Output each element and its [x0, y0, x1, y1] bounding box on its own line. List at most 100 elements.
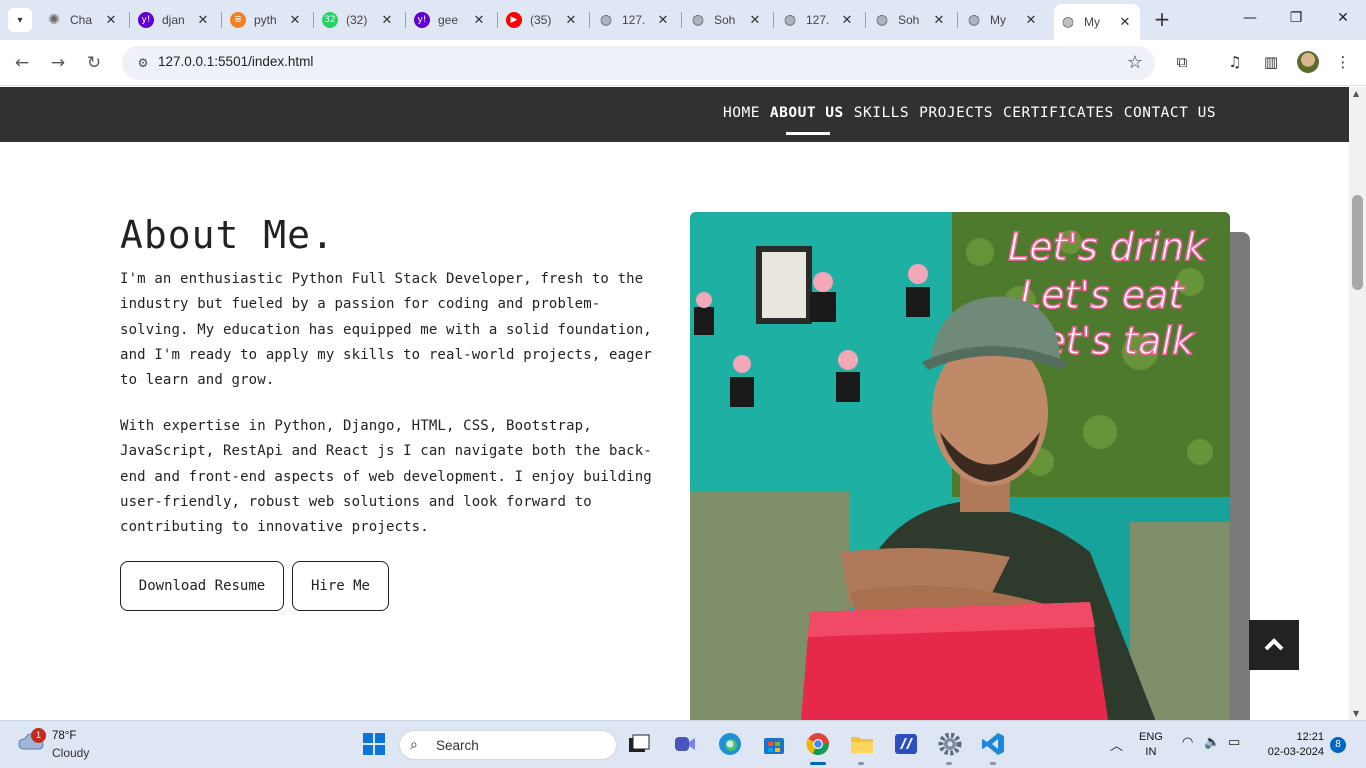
page-viewport: HOME ABOUT US SKILLS PROJECTS CERTIFICATES CO… — [0, 87, 1349, 720]
side-panel-icon[interactable]: ▥ — [1261, 53, 1281, 71]
minimize-icon[interactable]: — — [1240, 10, 1260, 26]
about-paragraph-1: I'm an enthusiastic Python Full Stack De… — [120, 271, 652, 389]
url-text[interactable]: 127.0.0.1:5501/index.html — [158, 54, 313, 69]
close-tab-icon[interactable]: ✕ — [380, 13, 394, 28]
tab-separator — [497, 12, 498, 28]
taskbar-search-placeholder: Search — [436, 738, 479, 753]
language-indicator[interactable]: ENG IN — [1139, 730, 1163, 760]
close-tab-icon[interactable]: ✕ — [288, 13, 302, 28]
vscode-icon[interactable] — [980, 731, 1006, 757]
edge-browser-icon[interactable] — [717, 731, 743, 757]
nav-item-about-us[interactable]: ABOUT US — [770, 105, 844, 135]
close-window-icon[interactable]: ✕ — [1333, 10, 1353, 26]
tab-separator — [681, 12, 682, 28]
bookmark-star-icon[interactable]: ☆ — [1127, 52, 1143, 73]
nav-item-projects[interactable]: PROJECTS — [919, 105, 993, 121]
tab-separator — [773, 12, 774, 28]
battery-icon[interactable]: ▭ — [1228, 735, 1240, 750]
browser-tab[interactable]: ◍ 127. ✕ — [592, 6, 676, 34]
tab-title: djan — [162, 13, 185, 27]
about-heading: About Me. — [120, 213, 335, 257]
nav-item-home[interactable]: HOME — [723, 105, 760, 121]
close-tab-icon[interactable]: ✕ — [472, 13, 486, 28]
neon-text-line1: Let's drink — [1008, 225, 1208, 269]
close-tab-icon[interactable]: ✕ — [840, 13, 854, 28]
close-tab-icon[interactable]: ✕ — [104, 13, 118, 28]
wifi-icon[interactable]: ◠ — [1182, 735, 1193, 750]
close-tab-icon[interactable]: ✕ — [656, 13, 670, 28]
forward-icon[interactable]: → — [47, 52, 69, 74]
page-scrollbar[interactable]: ▲ ▼ — [1349, 87, 1366, 720]
tab-separator — [865, 12, 866, 28]
chatgpt-icon: ✺ — [48, 12, 60, 28]
globe-icon: ◍ — [691, 12, 705, 28]
close-tab-icon[interactable]: ✕ — [932, 13, 946, 28]
site-info-icon[interactable]: ⚙ — [134, 54, 152, 72]
scroll-up-icon[interactable]: ▲ — [1353, 89, 1359, 98]
new-tab-button[interactable]: + — [1152, 9, 1172, 29]
scroll-thumb[interactable] — [1352, 195, 1363, 290]
clock-date: 02-03-2024 — [1267, 746, 1324, 758]
profile-photo: Let's drink Let's eat let's talk — [690, 212, 1230, 720]
windows-start-icon[interactable] — [361, 731, 387, 757]
extensions-icon[interactable]: ⧉ — [1172, 53, 1192, 71]
browser-tab[interactable]: ◍ Soh ✕ — [684, 6, 768, 34]
address-bar[interactable]: ⚙ 127.0.0.1:5501/index.html ☆ — [122, 46, 1155, 80]
restore-icon[interactable]: ❐ — [1286, 10, 1306, 26]
chevron-up-icon — [1264, 636, 1284, 655]
tray-overflow-chevron-icon[interactable]: ︿ — [1110, 735, 1123, 754]
running-indicator — [990, 762, 996, 765]
profile-avatar[interactable] — [1297, 51, 1319, 73]
download-resume-button[interactable]: Download Resume — [120, 561, 284, 611]
microsoft-store-icon[interactable] — [761, 731, 787, 757]
system-clock[interactable]: 12:21 02-03-2024 — [1258, 730, 1324, 760]
browser-tab[interactable]: ◍ My ✕ — [1054, 4, 1140, 40]
search-icon: ⌕ — [410, 737, 418, 753]
taskbar-search-box[interactable]: ⌕ Search — [399, 730, 617, 760]
browser-tab[interactable]: y! gee ✕ — [408, 6, 492, 34]
notification-count-badge[interactable]: 8 — [1330, 737, 1346, 753]
scroll-down-icon[interactable]: ▼ — [1353, 709, 1359, 718]
weather-condition[interactable]: Cloudy — [52, 746, 89, 760]
back-icon[interactable]: ← — [11, 52, 33, 74]
weather-temperature[interactable]: 78°F — [52, 730, 76, 742]
globe-icon: ◍ — [875, 12, 889, 28]
reload-icon[interactable]: ↻ — [83, 52, 105, 74]
tab-search-button[interactable]: ▾ — [8, 8, 32, 32]
back-to-top-button[interactable] — [1249, 620, 1299, 670]
browser-tab[interactable]: ◍ 127. ✕ — [776, 6, 860, 34]
close-tab-icon[interactable]: ✕ — [564, 13, 578, 28]
hire-me-button[interactable]: Hire Me — [292, 561, 389, 611]
running-indicator — [946, 762, 952, 765]
browser-tab[interactable]: ◍ My ✕ — [960, 6, 1044, 34]
close-tab-icon[interactable]: ✕ — [748, 13, 762, 28]
browser-tab[interactable]: y! djan ✕ — [132, 6, 216, 34]
youtube-icon: ▶ — [506, 12, 522, 28]
media-control-icon[interactable]: ♫ — [1225, 53, 1245, 71]
meet-video-icon[interactable] — [672, 731, 698, 757]
browser-tab[interactable]: ≣ pyth ✕ — [224, 6, 308, 34]
language-region: IN — [1145, 746, 1157, 758]
nav-item-contact-us[interactable]: CONTACT US — [1124, 105, 1216, 121]
neon-text-line2: Let's eat — [1020, 273, 1185, 317]
code-editor-icon[interactable] — [893, 731, 919, 757]
stackoverflow-icon: ≣ — [230, 12, 246, 28]
chrome-browser-icon[interactable] — [805, 731, 831, 757]
close-tab-icon[interactable]: ✕ — [1118, 15, 1132, 30]
nav-item-skills[interactable]: SKILLS — [854, 105, 909, 121]
browser-tab[interactable]: ✺ Cha ✕ — [40, 6, 124, 34]
close-tab-icon[interactable]: ✕ — [1024, 13, 1038, 28]
browser-tab[interactable]: ▶ (35) ✕ — [500, 6, 584, 34]
tab-separator — [129, 12, 130, 28]
menu-kebab-icon[interactable]: ⋮ — [1333, 53, 1353, 71]
settings-gear-icon[interactable] — [937, 731, 963, 757]
yahoo-icon: y! — [138, 12, 154, 28]
browser-tab[interactable]: ◍ Soh ✕ — [868, 6, 952, 34]
volume-icon[interactable]: 🔈 — [1204, 735, 1220, 750]
task-view-icon[interactable] — [626, 731, 652, 757]
browser-tab[interactable]: 32 (32) ✕ — [316, 6, 400, 34]
nav-item-certificates[interactable]: CERTIFICATES — [1003, 105, 1114, 121]
tab-title: (32) — [346, 13, 368, 27]
close-tab-icon[interactable]: ✕ — [196, 13, 210, 28]
file-explorer-icon[interactable] — [849, 731, 875, 757]
